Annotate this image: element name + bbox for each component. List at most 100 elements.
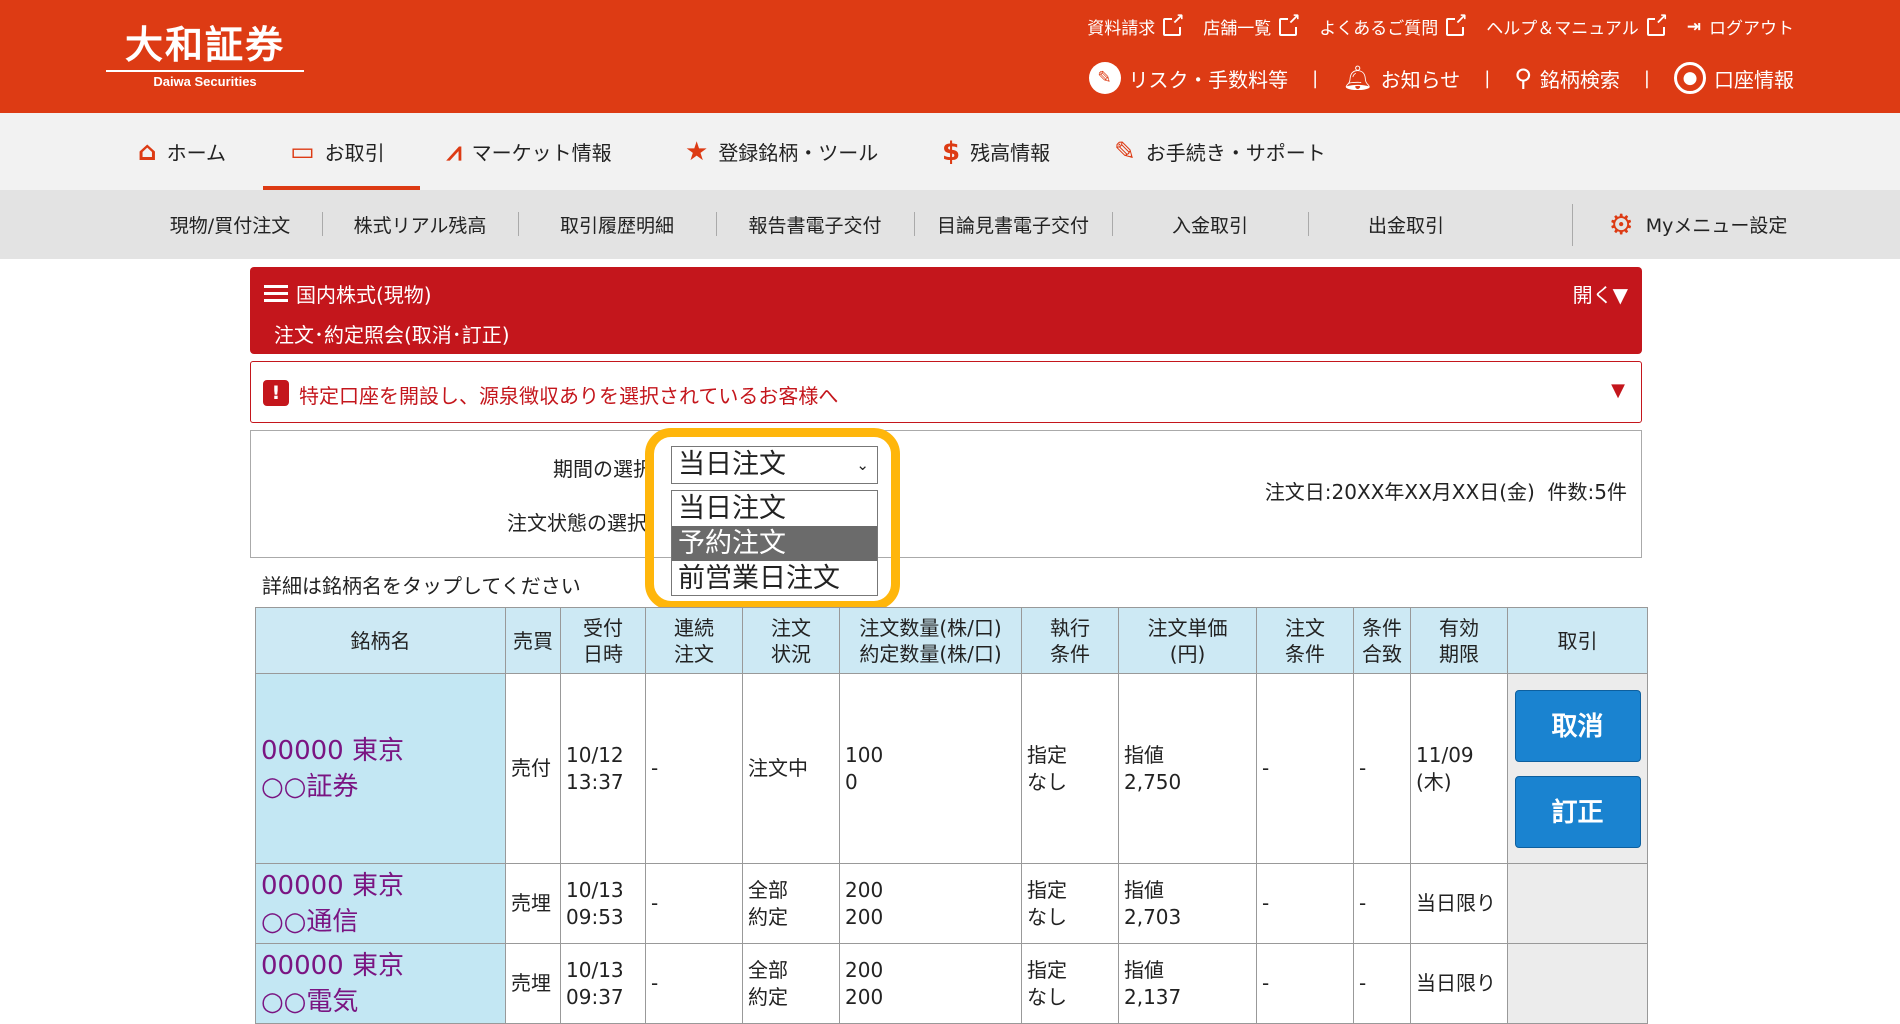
- link-stock-search[interactable]: ⚲ 銘柄検索: [1514, 64, 1620, 93]
- quantity-cell: 200 200: [839, 943, 1022, 1024]
- match-cell: -: [1353, 673, 1411, 864]
- highlight-annotation: [645, 428, 900, 610]
- dollar-icon: $: [942, 136, 961, 167]
- link-notices[interactable]: 🔔︎ お知らせ: [1342, 64, 1460, 93]
- nav-balance[interactable]: $ 残高情報: [942, 113, 1050, 190]
- link-risk-fees[interactable]: ✎ リスク・手数料等: [1088, 62, 1288, 94]
- tap-hint: 詳細は銘柄名をタップしてください: [262, 574, 581, 598]
- link-help-label: ヘルプ＆マニュアル: [1486, 19, 1639, 39]
- match-cell: -: [1353, 943, 1411, 1024]
- nav-trade[interactable]: ▭ お取引: [290, 113, 385, 190]
- notice-text: 特定口座を開設し、源泉徴収ありを選択されているお客様へ: [299, 384, 839, 408]
- continuous-cell: -: [645, 943, 743, 1024]
- order-count: 件数:5件: [1547, 480, 1627, 504]
- subnav-withdrawal[interactable]: 出金取引: [1308, 190, 1504, 259]
- stock-name-link[interactable]: 00000 東京 ○○証券: [255, 673, 506, 864]
- link-help[interactable]: ヘルプ＆マニュアル: [1486, 11, 1668, 39]
- side-cell: 売埋: [505, 943, 561, 1024]
- subnav-trade-history[interactable]: 取引履歴明細: [518, 190, 716, 259]
- logo-divider: [106, 70, 304, 72]
- expiry-cell: 当日限り: [1410, 943, 1508, 1024]
- home-icon: ⌂: [138, 136, 157, 167]
- price-cell: 指値 2,137: [1118, 943, 1257, 1024]
- open-menu-button[interactable]: 開く▼: [1573, 279, 1628, 308]
- utility-links: 資料請求 店舗一覧 よくあるご質問 ヘルプ＆マニュアル ⇥ ログアウト: [1087, 11, 1794, 40]
- separator: |: [1312, 67, 1319, 89]
- subnav-report-delivery[interactable]: 報告書電子交付: [716, 190, 914, 259]
- order-date: 注文日:20XX年XX月XX日(金): [1264, 480, 1535, 504]
- continuous-cell: -: [645, 673, 743, 864]
- section-header: 国内株式(現物) 注文･約定照会(取消･訂正) 開く▼: [250, 267, 1642, 354]
- condition-cell: -: [1256, 863, 1354, 944]
- market-chart-icon: ⩘: [447, 136, 462, 167]
- price-cell: 指値 2,703: [1118, 863, 1257, 944]
- link-documents[interactable]: 資料請求: [1087, 11, 1185, 39]
- chevron-down-icon: ▼: [1611, 380, 1625, 401]
- side-cell: 売埋: [505, 863, 561, 944]
- execution-cell: 指定 なし: [1021, 863, 1119, 944]
- received-cell: 10/12 13:37: [560, 673, 646, 864]
- status-cell: 全部 約定: [742, 863, 840, 944]
- nav-trade-label: お取引: [324, 141, 385, 165]
- link-stores[interactable]: 店舗一覧: [1203, 11, 1301, 39]
- price-cell: 指値 2,750: [1118, 673, 1257, 864]
- table-row: 00000 東京 ○○証券 売付 10/12 13:37 - 注文中 100 0 指定…: [255, 673, 1648, 864]
- match-cell: -: [1353, 863, 1411, 944]
- condition-cell: -: [1256, 943, 1354, 1024]
- nav-market[interactable]: ⩘ マーケット情報: [447, 113, 612, 190]
- stock-name-link[interactable]: 00000 東京 ○○通信: [255, 863, 506, 944]
- nav-support[interactable]: ✎ お手続き・サポート: [1114, 113, 1326, 190]
- logout-label: ログアウト: [1709, 19, 1794, 39]
- col-side: 売買: [505, 607, 561, 674]
- link-faq[interactable]: よくあるご質問: [1319, 11, 1468, 39]
- subnav-real-balance[interactable]: 株式リアル残高: [322, 190, 518, 259]
- subnav-my-menu[interactable]: ⚙ Myメニュー設定: [1598, 190, 1798, 259]
- gear-icon: ⚙: [1608, 208, 1634, 241]
- pen-icon: ✎: [1114, 136, 1136, 167]
- external-link-icon: [1163, 11, 1185, 36]
- received-cell: 10/13 09:37: [560, 943, 646, 1024]
- quantity-cell: 200 200: [839, 863, 1022, 944]
- my-menu-label: Myメニュー設定: [1645, 215, 1788, 237]
- link-account-info[interactable]: ● 口座情報: [1674, 62, 1794, 94]
- nav-home-label: ホーム: [166, 141, 227, 165]
- execution-cell: 指定 なし: [1021, 943, 1119, 1024]
- condition-cell: -: [1256, 673, 1354, 864]
- nav-watchlist-label: 登録銘柄・ツール: [718, 141, 879, 165]
- stock-name-link[interactable]: 00000 東京 ○○電気: [255, 943, 506, 1024]
- side-cell: 売付: [505, 673, 561, 864]
- trade-monitor-icon: ▭: [290, 136, 315, 167]
- daiwa-logo[interactable]: 大和証券 Daiwa Securities: [106, 22, 304, 89]
- col-condition: 注文 条件: [1256, 607, 1354, 674]
- subnav-prospectus[interactable]: 目論見書電子交付: [914, 190, 1112, 259]
- separator: |: [1643, 67, 1650, 89]
- nav-support-label: お手続き・サポート: [1145, 141, 1326, 165]
- order-meta: 注文日:20XX年XX月XX日(金) 件数:5件: [1265, 476, 1627, 505]
- top-header: 大和証券 Daiwa Securities 資料請求 店舗一覧 よくあるご質問 …: [0, 0, 1900, 113]
- action-cell: [1507, 863, 1648, 944]
- modify-button[interactable]: 訂正: [1514, 775, 1641, 848]
- nav-home[interactable]: ⌂ ホーム: [138, 113, 226, 190]
- main-nav: ⌂ ホーム ▭ お取引 ⩘ マーケット情報 ★ 登録銘柄・ツール $ 残高情報 ✎ お手続き…: [0, 113, 1900, 190]
- logo-jp: 大和証券: [124, 22, 285, 67]
- execution-cell: 指定 なし: [1021, 673, 1119, 864]
- link-stores-label: 店舗一覧: [1203, 19, 1272, 39]
- table-row: 00000 東京 ○○通信 売埋 10/13 09:53 - 全部 約定 200 200…: [255, 863, 1648, 944]
- nav-watchlist[interactable]: ★ 登録銘柄・ツール: [685, 113, 878, 190]
- sub-nav: 現物/買付注文 株式リアル残高 取引履歴明細 報告書電子交付 目論見書電子交付 …: [0, 190, 1900, 259]
- subnav-buy-order[interactable]: 現物/買付注文: [130, 190, 330, 259]
- expiry-cell: 当日限り: [1410, 863, 1508, 944]
- col-status: 注文 状況: [742, 607, 840, 674]
- continuous-cell: -: [645, 863, 743, 944]
- col-expiry: 有効 期限: [1410, 607, 1508, 674]
- col-received: 受付 日時: [560, 607, 646, 674]
- cancel-button[interactable]: 取消: [1514, 689, 1641, 762]
- subnav-deposit[interactable]: 入金取引: [1112, 190, 1308, 259]
- received-cell: 10/13 09:53: [560, 863, 646, 944]
- filter-panel: 期間の選択 注文状態の選択 注文日:20XX年XX月XX日(金) 件数:5件: [250, 430, 1642, 558]
- tax-notice-accordion[interactable]: ! 特定口座を開設し、源泉徴収ありを選択されているお客様へ ▼: [250, 361, 1642, 423]
- menu-toggle[interactable]: 国内株式(現物): [264, 279, 432, 308]
- nav-market-label: マーケット情報: [471, 141, 612, 165]
- col-name: 銘柄名: [255, 607, 506, 674]
- logout-link[interactable]: ⇥ ログアウト: [1687, 14, 1794, 40]
